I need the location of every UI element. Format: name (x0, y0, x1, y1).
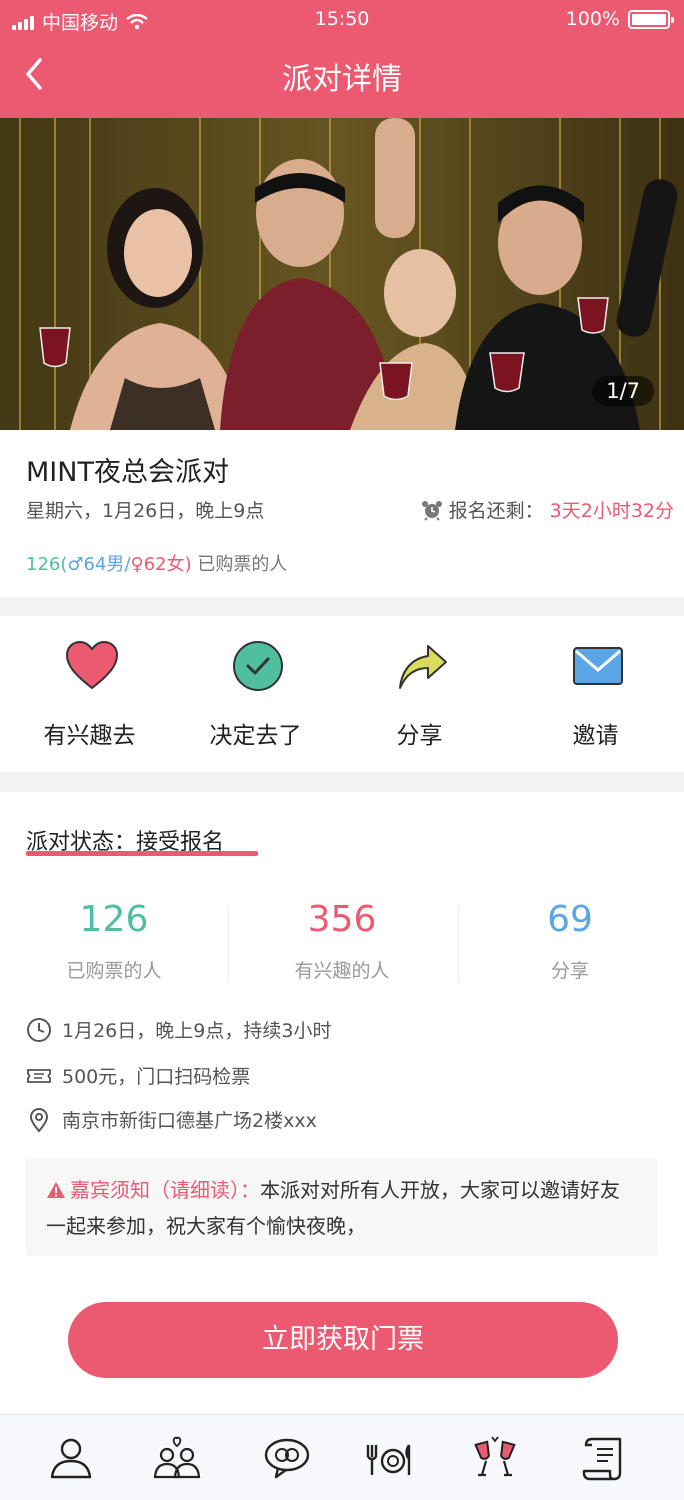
heart-icon (65, 640, 119, 690)
female-icon: ♀ (130, 554, 144, 575)
stat-purchased-value: 126 (79, 899, 149, 940)
share-arrow-icon (399, 645, 447, 689)
stat-shares-value: 69 (547, 899, 593, 940)
detail-address[interactable]: 南京市新街口德基广场2楼xxx (26, 1106, 317, 1133)
party-date: 星期六，1月26日，晚上9点 (26, 500, 265, 522)
share-label: 分享 (396, 723, 443, 749)
status-right: 100% (565, 8, 674, 30)
envelope-icon (573, 647, 623, 685)
buyers-suffix: 已购票的人 (197, 554, 288, 575)
warning-icon (47, 1182, 65, 1198)
dining-icon[interactable] (362, 1433, 412, 1483)
page-indicator: 1/7 (592, 376, 654, 406)
status-underline (26, 851, 258, 856)
party-details: 派对状态：接受报名 126 已购票的人 356 有兴趣的人 69 分享 1月26… (0, 792, 684, 1414)
detail-price-text: 500元，门口扫码检票 (62, 1066, 251, 1088)
guest-notice: 嘉宾须知（请细读）：本派对对所有人开放，大家可以邀请好友一起来参加，祝大家有个愉… (26, 1158, 658, 1256)
chat-icon[interactable] (262, 1433, 312, 1483)
header: 中国移动 15:50 100% 派对详情 (0, 0, 684, 118)
page-title: 派对详情 (282, 62, 402, 97)
countdown-value: 3天2小时32分 (549, 500, 674, 522)
toast-icon[interactable] (470, 1433, 520, 1483)
action-bar: 有兴趣去 决定去了 分享 邀请 (0, 616, 684, 772)
party-title: MINT夜总会派对 (26, 457, 229, 488)
stat-purchased-label: 已购票的人 (66, 960, 162, 982)
location-pin-icon (29, 1107, 49, 1133)
battery-percent: 100% (565, 8, 620, 30)
stat-purchased: 126 已购票的人 (0, 898, 228, 983)
detail-time-text: 1月26日，晚上9点，持续3小时 (62, 1020, 332, 1042)
buyers-male: 64男 (83, 554, 125, 575)
get-ticket-button[interactable]: 立即获取门票 (68, 1302, 618, 1378)
banner-carousel[interactable]: 1/7 (0, 118, 684, 430)
clock-icon (27, 1017, 51, 1042)
stat-interested-value: 356 (307, 899, 377, 940)
banner-image (0, 118, 684, 430)
stat-shares-label: 分享 (550, 960, 589, 982)
party-info-card: MINT夜总会派对 星期六，1月26日，晚上9点 报名还剩： 3天2小时32分 … (0, 430, 684, 597)
bottom-tab-bar (0, 1414, 684, 1500)
detail-time: 1月26日，晚上9点，持续3小时 (26, 1016, 331, 1043)
detail-address-text: 南京市新街口德基广场2楼xxx (62, 1110, 317, 1132)
invite-button[interactable]: 邀请 (510, 616, 681, 772)
going-label: 决定去了 (209, 723, 302, 749)
buyers-female: 62女 (143, 554, 185, 575)
stat-interested-label: 有兴趣的人 (294, 960, 390, 982)
invite-label: 邀请 (572, 723, 619, 749)
stat-shares: 69 分享 (456, 898, 684, 983)
buyers-total: 126 (26, 554, 61, 575)
alarm-clock-icon (421, 500, 442, 521)
interested-button[interactable]: 有兴趣去 (4, 616, 175, 772)
ticket-icon (27, 1068, 51, 1083)
check-circle-icon (233, 641, 283, 691)
stat-interested: 356 有兴趣的人 (228, 898, 456, 983)
detail-price: 500元，门口扫码检票 (26, 1062, 250, 1089)
status-bar: 中国移动 15:50 100% (0, 0, 684, 40)
buyers-summary: 126(♂64男/♀62女) 已购票的人 (26, 554, 288, 575)
couple-icon[interactable] (152, 1433, 202, 1483)
interested-label: 有兴趣去 (43, 723, 136, 749)
male-icon: ♂ (67, 554, 84, 575)
going-button[interactable]: 决定去了 (170, 616, 341, 772)
countdown-label: 报名还剩： (448, 500, 544, 522)
battery-icon (628, 9, 674, 29)
registration-countdown: 报名还剩： 3天2小时32分 (421, 496, 674, 523)
notice-label: 嘉宾须知（请细读）： (46, 1178, 260, 1202)
profile-icon[interactable] (46, 1433, 96, 1483)
share-button[interactable]: 分享 (334, 616, 505, 772)
scroll-icon[interactable] (580, 1433, 630, 1483)
